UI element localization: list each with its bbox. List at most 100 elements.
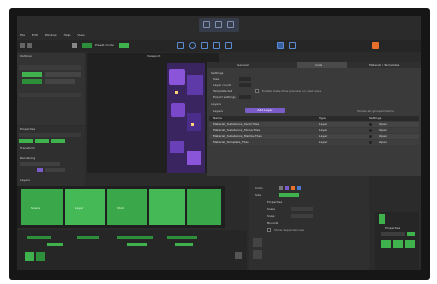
field-input[interactable] bbox=[45, 168, 65, 172]
nav-arrow-icon[interactable] bbox=[253, 250, 262, 259]
menu-view[interactable]: View bbox=[77, 33, 84, 37]
snap-input[interactable] bbox=[291, 214, 313, 218]
size-input[interactable] bbox=[239, 77, 251, 81]
section-transform[interactable]: Transform bbox=[20, 146, 35, 150]
row-name: Material_Substance_Sand-Tiles bbox=[213, 122, 260, 126]
layout-icon[interactable] bbox=[289, 42, 296, 49]
section-layers[interactable]: Layers bbox=[20, 178, 30, 182]
widget-button[interactable] bbox=[405, 240, 415, 248]
swatch-purple[interactable] bbox=[285, 186, 289, 190]
menu-window[interactable]: Window bbox=[45, 33, 57, 37]
timeline-tile[interactable] bbox=[107, 189, 147, 225]
layers-title[interactable]: Layers bbox=[211, 102, 221, 106]
table-row[interactable]: Material_Substance_Marble-Tiles Layer Op… bbox=[209, 134, 419, 139]
tool-button[interactable] bbox=[235, 252, 242, 259]
menu-edit[interactable]: Edit bbox=[32, 33, 38, 37]
property-tab-3[interactable] bbox=[51, 139, 65, 143]
tab-cells[interactable]: Cells bbox=[315, 63, 322, 67]
tab-general[interactable]: General bbox=[237, 63, 249, 67]
render-icon[interactable] bbox=[277, 42, 284, 49]
row-open-icon[interactable] bbox=[369, 135, 372, 138]
bottom-props-title[interactable]: Properties bbox=[267, 200, 282, 204]
add-layer-button[interactable]: Add Layer bbox=[245, 108, 285, 113]
snap-icon[interactable] bbox=[213, 42, 220, 49]
toolbar-button-1[interactable] bbox=[20, 43, 25, 48]
track-bar[interactable] bbox=[27, 236, 51, 239]
swatch-blue[interactable] bbox=[297, 186, 301, 190]
export-input[interactable] bbox=[239, 95, 251, 99]
outliner-row[interactable] bbox=[45, 79, 75, 84]
track-bar[interactable] bbox=[127, 243, 147, 246]
viewport-tab[interactable]: Viewport bbox=[147, 54, 160, 58]
rotate-icon[interactable] bbox=[189, 42, 196, 49]
settings-title[interactable]: Settings bbox=[211, 71, 223, 75]
outliner-row-selected[interactable] bbox=[22, 72, 42, 77]
table-row[interactable]: Material_Substance_Sand-Tiles Layer Open bbox=[209, 122, 419, 127]
texture-tile bbox=[169, 69, 185, 85]
checkbox-text: Enable bake-time preview on next save bbox=[262, 89, 322, 93]
section-rendering[interactable]: Rendering bbox=[20, 156, 35, 160]
row-open-icon[interactable] bbox=[369, 141, 372, 144]
timeline-tile[interactable] bbox=[65, 189, 105, 225]
camera-icon[interactable] bbox=[225, 42, 232, 49]
grid-icon[interactable] bbox=[215, 21, 222, 28]
row-action[interactable]: Open bbox=[379, 140, 387, 145]
table-row[interactable]: Material_Substance_Stone-Tiles Layer Ope… bbox=[209, 128, 419, 133]
widget-input[interactable] bbox=[381, 232, 405, 236]
track-bar[interactable] bbox=[175, 243, 193, 246]
property-tab-1[interactable] bbox=[19, 139, 33, 143]
size-slider[interactable] bbox=[279, 193, 299, 197]
toolbar-button-3[interactable] bbox=[72, 43, 77, 48]
color-swatch-purple[interactable] bbox=[37, 168, 43, 172]
bounds-checkbox[interactable] bbox=[267, 228, 271, 232]
properties-search[interactable] bbox=[19, 133, 81, 137]
timeline-tile[interactable] bbox=[21, 189, 63, 225]
timeline-tile[interactable] bbox=[187, 189, 221, 225]
record-button[interactable] bbox=[372, 42, 379, 49]
outliner-row[interactable] bbox=[45, 72, 81, 77]
stop-button[interactable] bbox=[36, 252, 45, 261]
move-icon[interactable] bbox=[177, 42, 184, 49]
scale-input[interactable] bbox=[291, 207, 313, 211]
property-tab-2[interactable] bbox=[35, 139, 49, 143]
track-bar[interactable] bbox=[167, 236, 197, 239]
menu-file[interactable]: File bbox=[20, 33, 25, 37]
col-settings: Settings bbox=[369, 116, 382, 120]
outliner-row-green[interactable] bbox=[22, 79, 42, 84]
widget-button[interactable] bbox=[393, 240, 403, 248]
menu-help[interactable]: Help bbox=[64, 33, 71, 37]
scale-icon[interactable] bbox=[201, 42, 208, 49]
nav-arrow-icon[interactable] bbox=[253, 238, 262, 247]
field-input[interactable] bbox=[20, 162, 60, 166]
mode-button[interactable] bbox=[119, 43, 129, 48]
gizmo-handle[interactable] bbox=[191, 123, 194, 126]
play-button[interactable] bbox=[25, 252, 34, 261]
col-name: Name bbox=[213, 116, 222, 120]
toolbar-button-2[interactable] bbox=[27, 43, 32, 48]
row-action[interactable]: Open bbox=[379, 134, 387, 139]
table-row[interactable]: Material_Template_Tiles Layer Open bbox=[209, 140, 419, 145]
viewport-icon[interactable] bbox=[203, 21, 210, 28]
widget-button[interactable] bbox=[407, 232, 415, 236]
toolbar-green-toggle[interactable] bbox=[82, 43, 92, 48]
swatch-orange[interactable] bbox=[291, 186, 295, 190]
outliner-row[interactable] bbox=[19, 65, 81, 70]
row-action[interactable]: Open bbox=[379, 128, 387, 133]
col-type: Type bbox=[319, 116, 326, 120]
row-open-icon[interactable] bbox=[369, 129, 372, 132]
track-bar[interactable] bbox=[117, 236, 153, 239]
swatch[interactable] bbox=[279, 186, 283, 190]
gizmo-handle[interactable] bbox=[175, 91, 178, 94]
row-open-icon[interactable] bbox=[369, 123, 372, 126]
tab-material-templates[interactable]: Material / Templates bbox=[369, 63, 399, 67]
settings-icon[interactable] bbox=[227, 21, 234, 28]
row-action[interactable]: Open bbox=[379, 122, 387, 127]
track-bar[interactable] bbox=[47, 243, 63, 246]
timeline-tile[interactable] bbox=[149, 189, 185, 225]
widget-button[interactable] bbox=[381, 240, 391, 248]
outliner-row[interactable] bbox=[19, 93, 81, 97]
layer-count-input[interactable] bbox=[239, 83, 251, 87]
track-bar[interactable] bbox=[77, 236, 99, 239]
widget-toggle[interactable] bbox=[379, 214, 385, 224]
template-checkbox[interactable] bbox=[255, 89, 259, 93]
